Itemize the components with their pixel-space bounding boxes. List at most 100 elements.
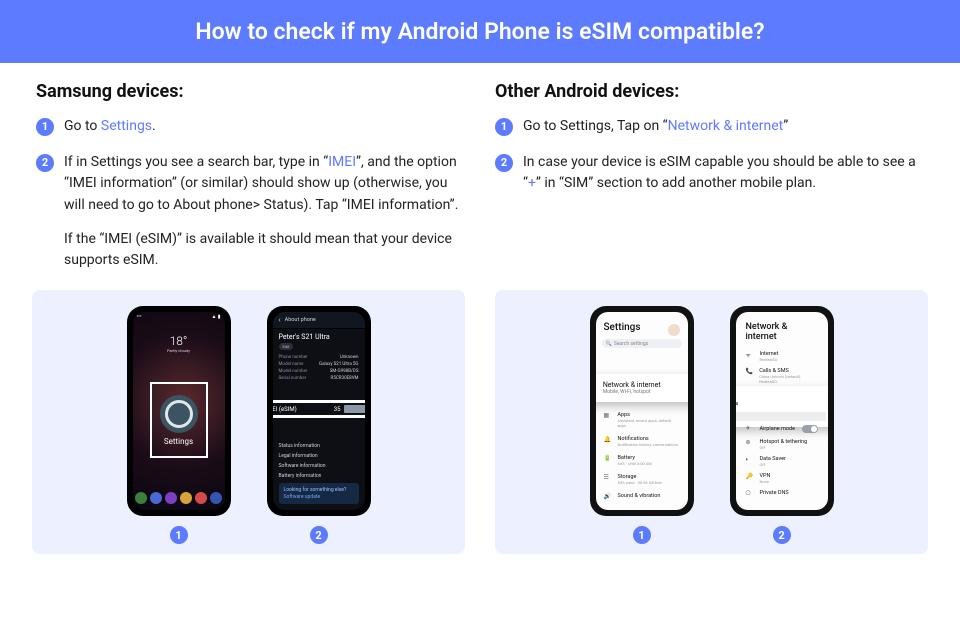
screenshot-row: •••▲ ▮ 18° Partly cloudy Settings — [0, 290, 960, 554]
text: Go to Settings, Tap on “ — [523, 118, 668, 134]
imei-link[interactable]: IMEI — [328, 154, 356, 170]
network-internet-title: Network & internet — [736, 312, 828, 348]
other-phone-2: Network & internet ᯤInternetRedteaGO 📞Ca… — [730, 306, 834, 516]
bell-icon: 🔔 — [604, 436, 612, 443]
plus-char: + — [528, 175, 536, 191]
samsung-phone-1-wrap: •••▲ ▮ 18° Partly cloudy Settings — [127, 306, 231, 544]
network-internet-highlight: ᯤ Network & internet Mobile, Wi-Fi, hots… — [596, 374, 688, 402]
step-number-badge: 1 — [495, 118, 513, 136]
row-key: Model number — [279, 369, 308, 374]
list-sub: 54% used · 58.96 GB free — [618, 480, 662, 485]
about-phone-header: ‹ About phone — [273, 312, 365, 329]
step-number-badge: 2 — [495, 154, 513, 172]
row-value: R5CR30E8VM — [331, 376, 359, 381]
samsung-step-1: 1 Go to Settings. — [36, 116, 465, 138]
row-value: SM-G998B/DS — [330, 369, 359, 374]
list-item: Status information — [279, 443, 359, 449]
samsung-column: Samsung devices: 1 Go to Settings. 2 If … — [36, 81, 465, 286]
weather-widget: 18° Partly cloudy — [167, 334, 190, 353]
step-number-badge: 2 — [36, 154, 54, 172]
list-sub: Off — [760, 445, 808, 450]
row-key: Serial number — [279, 376, 307, 381]
storage-icon: ☰ — [604, 474, 612, 481]
other-heading: Other Android devices: — [495, 81, 924, 102]
sims-sub: RedTea — [736, 401, 828, 407]
text: Go to — [64, 118, 101, 134]
network-internet-link[interactable]: Network & internet — [668, 118, 784, 134]
airplane-icon: ✈ — [746, 425, 754, 432]
other-step-1: 1 Go to Settings, Tap on “Network & inte… — [495, 116, 924, 138]
screenshot-number-badge: 1 — [170, 526, 188, 544]
list-item: Legal information — [279, 453, 359, 459]
step-body: In case your device is eSIM capable you … — [523, 152, 924, 195]
list-sub: 64% · Until 3:00 AM — [618, 461, 652, 466]
row-key: Model name — [279, 362, 304, 367]
search-settings-bar: 🔍 Search settings — [602, 339, 682, 348]
list-sub: None — [760, 479, 771, 484]
battery-icon: 🔋 — [604, 455, 612, 462]
network-internet-sub: Mobile, Wi-Fi, hotspot — [603, 389, 661, 395]
weather-temp: 18° — [167, 334, 190, 348]
list-title: Sound & vibration — [618, 493, 661, 499]
sims-highlight: SIMs RedTea ▭ + — [736, 386, 828, 427]
profile-avatar-icon — [668, 324, 680, 336]
imei-esim-highlight: IMEI (eSIM) 35 — [273, 400, 365, 418]
other-column: Other Android devices: 1 Go to Settings,… — [495, 81, 924, 286]
page-title: How to check if my Android Phone is eSIM… — [195, 18, 764, 45]
samsung-step-2: 2 If in Settings you see a search bar, t… — [36, 152, 465, 272]
imei-masked — [344, 405, 365, 413]
samsung-phone-2: ‹ About phone Peter's S21 Ultra Edit Pho… — [267, 306, 371, 516]
samsung-screenshots-card: •••▲ ▮ 18° Partly cloudy Settings — [32, 290, 465, 554]
samsung-phone-1: •••▲ ▮ 18° Partly cloudy Settings — [127, 306, 231, 516]
text: . — [152, 118, 156, 134]
content-columns: Samsung devices: 1 Go to Settings. 2 If … — [0, 63, 960, 286]
list-item: Battery information — [279, 473, 359, 479]
settings-label: Settings — [164, 437, 193, 446]
list-sub: RedteaGO — [760, 357, 779, 362]
ask-sub: Software update — [284, 494, 354, 500]
list-item: Software information — [279, 463, 359, 469]
other-phone-1: Settings 🔍 Search settings ᯤ Network & i… — [590, 306, 694, 516]
phone-icon: 📞 — [746, 368, 754, 375]
search-placeholder: Search settings — [614, 341, 648, 347]
ask-title: Looking for something else? — [284, 487, 354, 493]
text: ” in “SIM” section to add another mobile… — [536, 175, 816, 191]
gear-icon — [160, 395, 198, 433]
apps-icon: ▦ — [604, 412, 612, 419]
step-body: Go to Settings, Tap on “Network & intern… — [523, 116, 924, 138]
dock-row — [133, 492, 225, 504]
list-title: Private DNS — [760, 490, 789, 496]
list-title: Hotspot & tethering — [760, 439, 808, 445]
samsung-heading: Samsung devices: — [36, 81, 465, 102]
list-sub: Off — [760, 462, 786, 467]
wifi-icon: ᯤ — [746, 351, 754, 359]
edit-button: Edit — [279, 343, 294, 350]
status-bar: •••▲ ▮ — [137, 314, 221, 320]
about-phone-title: About phone — [285, 317, 316, 323]
list-sub: Notification history, conversations — [618, 442, 678, 447]
other-phone-1-wrap: Settings 🔍 Search settings ᯤ Network & i… — [590, 306, 694, 544]
dns-icon: ⎔ — [746, 490, 754, 497]
row-value: Galaxy S21 Ultra 5G — [319, 362, 358, 367]
other-phone-2-wrap: Network & internet ᯤInternetRedteaGO 📞Ca… — [730, 306, 834, 544]
settings-icon-highlight: Settings — [150, 382, 208, 458]
row-value: Unknown — [340, 355, 359, 360]
sound-icon: 🔊 — [604, 493, 612, 500]
text: If in Settings you see a search bar, typ… — [64, 154, 328, 170]
screenshot-number-badge: 2 — [773, 526, 791, 544]
text: ” — [783, 118, 788, 134]
step-body: Go to Settings. — [64, 116, 465, 138]
list-sub: China Unicom (default), RedteaGO — [759, 374, 817, 384]
vpn-icon: 🔑 — [746, 473, 754, 480]
screenshot-number-badge: 1 — [633, 526, 651, 544]
list-sub: Assistant, recent apps, default apps — [617, 418, 679, 428]
row-key: Phone number — [279, 355, 308, 360]
settings-link[interactable]: Settings — [101, 118, 152, 134]
hotspot-icon: ⊚ — [746, 439, 754, 446]
text: If the “IMEI (eSIM)” is available it sho… — [64, 229, 465, 272]
screenshot-number-badge: 2 — [310, 526, 328, 544]
step-number-badge: 1 — [36, 118, 54, 136]
sim-slot-placeholder — [736, 412, 826, 421]
network-internet-title: Network & internet — [603, 381, 661, 389]
samsung-phone-2-wrap: ‹ About phone Peter's S21 Ultra Edit Pho… — [267, 306, 371, 544]
